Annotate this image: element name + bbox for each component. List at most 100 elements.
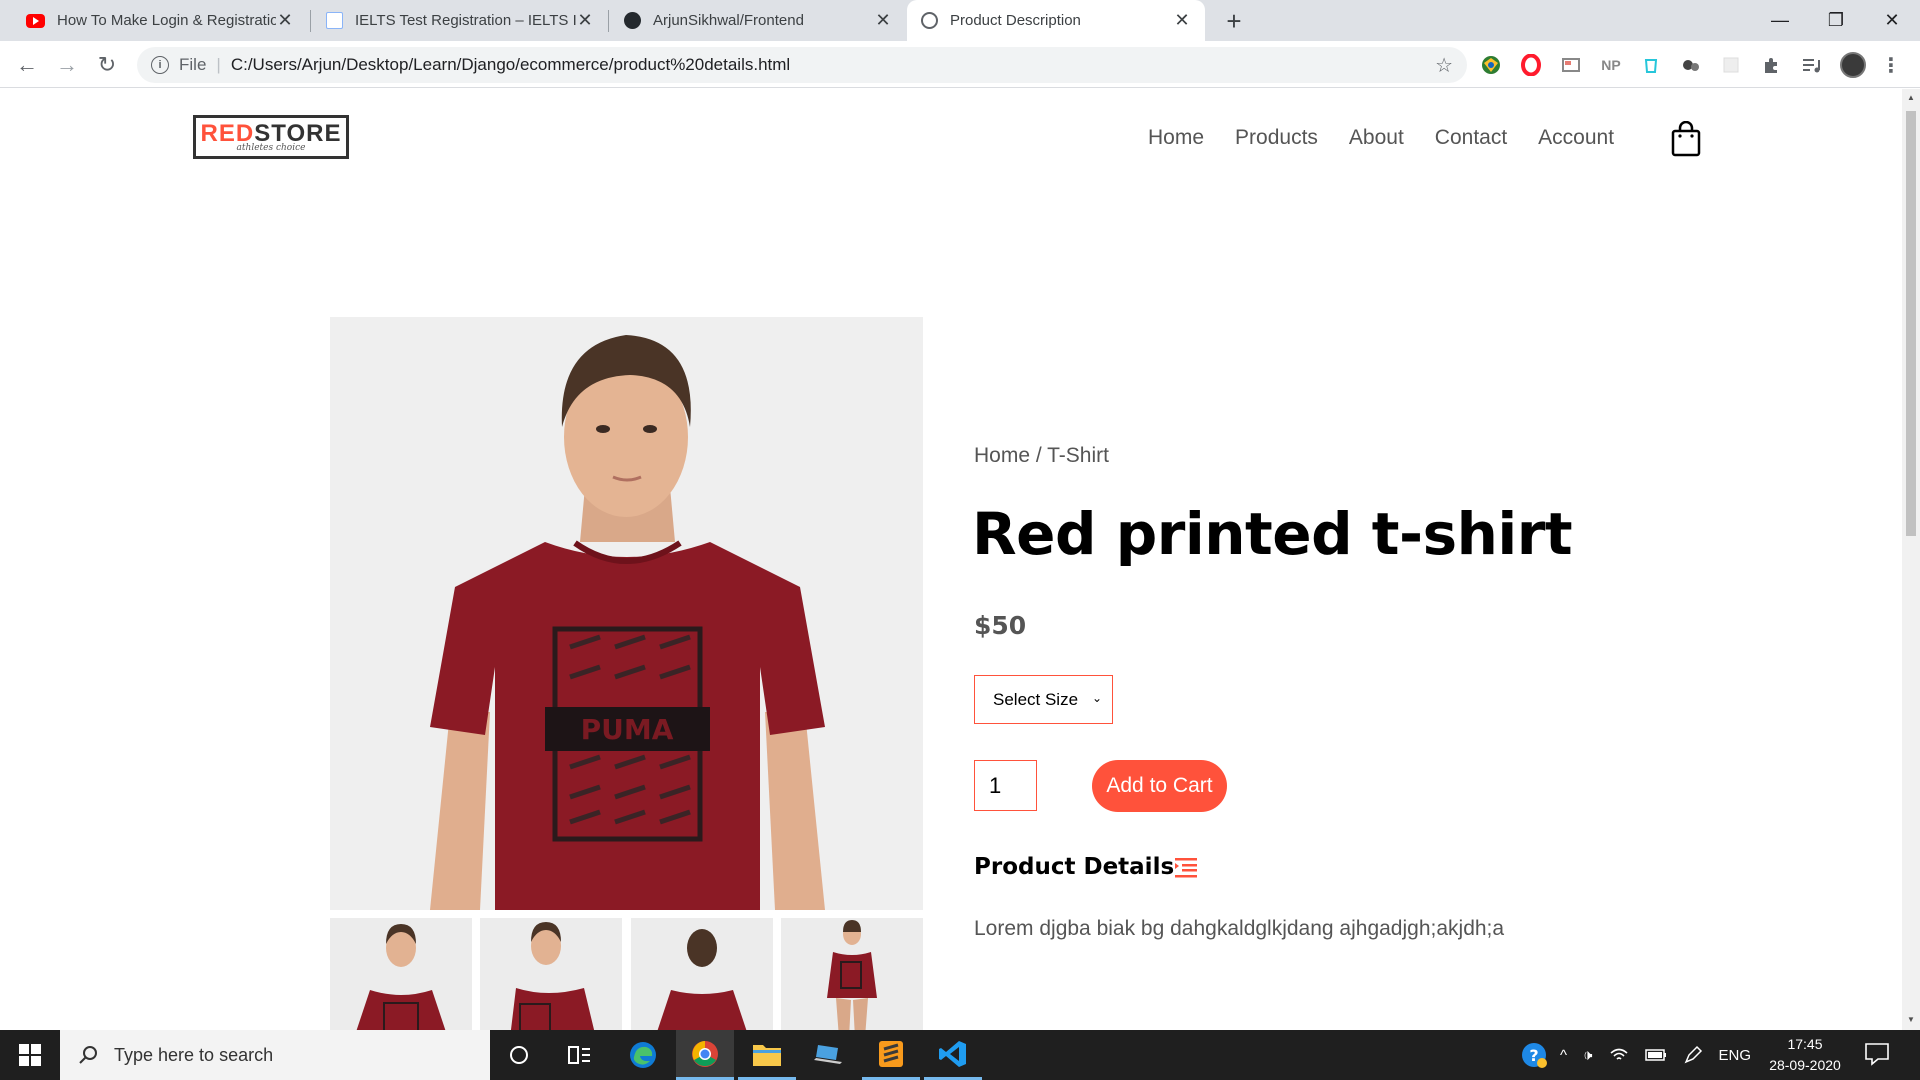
- thumbnail-strip: [330, 918, 923, 1030]
- edge-icon[interactable]: [614, 1030, 672, 1080]
- chevron-up-icon[interactable]: ^: [1560, 1047, 1567, 1064]
- battery-icon[interactable]: [1644, 1049, 1667, 1061]
- vertical-scrollbar[interactable]: ▲ ▼: [1902, 89, 1920, 1030]
- help-icon[interactable]: ?: [1520, 1041, 1548, 1069]
- extension-globe-icon[interactable]: [1480, 54, 1502, 76]
- cart-icon[interactable]: [1671, 121, 1701, 157]
- close-icon[interactable]: ✕: [576, 10, 594, 30]
- scrollbar-thumb[interactable]: [1906, 111, 1916, 536]
- info-icon[interactable]: i: [151, 56, 169, 74]
- clock-time: 17:45: [1787, 1036, 1823, 1052]
- nav-account[interactable]: Account: [1538, 126, 1614, 150]
- tab-separator: [608, 10, 609, 32]
- media-control-icon[interactable]: [1800, 54, 1822, 76]
- volume-icon[interactable]: 🕩: [1583, 1047, 1592, 1064]
- main-nav: Home Products About Contact Account: [1148, 126, 1645, 150]
- close-window-button[interactable]: ✕: [1864, 0, 1920, 41]
- divider: |: [216, 55, 221, 74]
- chrome-icon[interactable]: [676, 1030, 734, 1080]
- size-select-value: Select Size: [993, 689, 1079, 709]
- github-icon: [624, 12, 641, 29]
- vscode-icon[interactable]: [924, 1030, 982, 1080]
- tab-youtube[interactable]: How To Make Login & Registratio ✕: [12, 0, 308, 41]
- close-icon[interactable]: ✕: [276, 10, 294, 30]
- product-title: Red printed t-shirt: [972, 500, 1573, 568]
- np-extension-icon[interactable]: NP: [1600, 54, 1622, 76]
- nav-home[interactable]: Home: [1148, 126, 1204, 150]
- tab-title: Product Description: [950, 12, 1081, 29]
- thumbnail-full[interactable]: [780, 918, 923, 1030]
- system-tray: ? ^ 🕩 ENG: [1520, 1030, 1751, 1080]
- scroll-up-icon[interactable]: ▲: [1907, 93, 1915, 102]
- size-select[interactable]: Select Size ⌄: [974, 675, 1113, 724]
- thumbnail-back[interactable]: [630, 918, 773, 1030]
- close-icon[interactable]: ✕: [1173, 10, 1191, 30]
- thumbnail-front[interactable]: [330, 918, 472, 1030]
- back-button[interactable]: ←: [11, 49, 43, 81]
- blank-extension-icon[interactable]: [1720, 54, 1742, 76]
- breadcrumb[interactable]: Home / T-Shirt: [974, 444, 1109, 468]
- tab-strip: How To Make Login & Registratio ✕ IELTS …: [0, 0, 1920, 41]
- indent-list-icon: [1175, 858, 1197, 878]
- cup-extension-icon[interactable]: [1640, 54, 1662, 76]
- minimize-button[interactable]: —: [1752, 0, 1808, 41]
- menu-dots-icon[interactable]: ⋮: [1880, 54, 1902, 77]
- close-icon[interactable]: ✕: [874, 10, 892, 30]
- logo-brand: REDSTORE: [200, 119, 342, 147]
- page-viewport: REDSTORE athletes choice Home Products A…: [0, 89, 1902, 1030]
- reload-button[interactable]: ↻: [91, 49, 123, 81]
- wifi-icon[interactable]: [1609, 1047, 1629, 1063]
- laptop-app-icon[interactable]: [800, 1030, 858, 1080]
- bookmark-star-icon[interactable]: ☆: [1435, 53, 1453, 78]
- product-description: Lorem djgba biak bg dahgkaldglkjdang ajh…: [974, 917, 1505, 940]
- taskbar-clock[interactable]: 17:45 28-09-2020: [1760, 1034, 1850, 1076]
- windows-taskbar: Type here to search ? ^ 🕩 ENG 17:45 28-0…: [0, 1030, 1920, 1080]
- cast-icon[interactable]: [1560, 54, 1582, 76]
- youtube-icon: [26, 13, 45, 28]
- tab-product-description[interactable]: Product Description ✕: [907, 0, 1205, 41]
- profile-avatar[interactable]: [1840, 52, 1866, 78]
- thumbnail-side[interactable]: [480, 918, 623, 1030]
- product-main-image[interactable]: PUMA: [330, 317, 923, 910]
- scroll-down-icon[interactable]: ▼: [1907, 1015, 1915, 1024]
- tab-title: How To Make Login & Registratio: [57, 12, 276, 29]
- task-view-icon[interactable]: [551, 1030, 609, 1080]
- url-text[interactable]: C:/Users/Arjun/Desktop/Learn/Django/ecom…: [231, 55, 790, 75]
- tools-extension-icon[interactable]: [1680, 54, 1702, 76]
- opera-icon[interactable]: [1520, 54, 1542, 76]
- taskbar-search-placeholder: Type here to search: [114, 1044, 274, 1065]
- clock-date: 28-09-2020: [1769, 1057, 1841, 1073]
- document-icon: [326, 12, 343, 29]
- notifications-icon[interactable]: [1864, 1042, 1890, 1066]
- taskbar-search[interactable]: Type here to search: [60, 1030, 490, 1080]
- forward-button[interactable]: →: [51, 49, 83, 81]
- new-tab-button[interactable]: +: [1219, 6, 1249, 36]
- scheme-label: File: [179, 55, 207, 74]
- nav-products[interactable]: Products: [1235, 126, 1318, 150]
- windows-start-button[interactable]: [0, 1030, 60, 1080]
- sublime-text-icon[interactable]: [862, 1030, 920, 1080]
- search-icon: [79, 1046, 97, 1064]
- quantity-input[interactable]: 1: [974, 760, 1037, 811]
- tab-github[interactable]: ArjunSikhwal/Frontend ✕: [610, 0, 906, 41]
- tab-ielts[interactable]: IELTS Test Registration – IELTS IDP ✕: [312, 0, 608, 41]
- nav-about[interactable]: About: [1349, 126, 1404, 150]
- cortana-icon[interactable]: [490, 1030, 548, 1080]
- tshirt-model-illustration: PUMA: [330, 317, 923, 910]
- nav-contact[interactable]: Contact: [1435, 126, 1507, 150]
- puzzle-icon[interactable]: [1760, 54, 1782, 76]
- pen-icon[interactable]: [1683, 1045, 1703, 1065]
- tab-title: ArjunSikhwal/Frontend: [653, 12, 804, 29]
- globe-icon: [921, 12, 938, 29]
- logo-tagline: athletes choice: [236, 142, 306, 153]
- restore-button[interactable]: ❐: [1808, 0, 1864, 41]
- browser-toolbar: ← → ↻ i File | C:/Users/Arjun/Desktop/Le…: [0, 41, 1920, 88]
- site-logo[interactable]: REDSTORE athletes choice: [193, 115, 349, 159]
- chevron-down-icon: ⌄: [1091, 691, 1102, 705]
- address-bar[interactable]: i File | C:/Users/Arjun/Desktop/Learn/Dj…: [137, 47, 1467, 83]
- file-explorer-icon[interactable]: [738, 1030, 796, 1080]
- language-indicator[interactable]: ENG: [1719, 1047, 1752, 1064]
- tab-separator: [310, 10, 311, 32]
- product-details-heading: Product Details: [974, 854, 1175, 880]
- add-to-cart-button[interactable]: Add to Cart: [1092, 760, 1227, 812]
